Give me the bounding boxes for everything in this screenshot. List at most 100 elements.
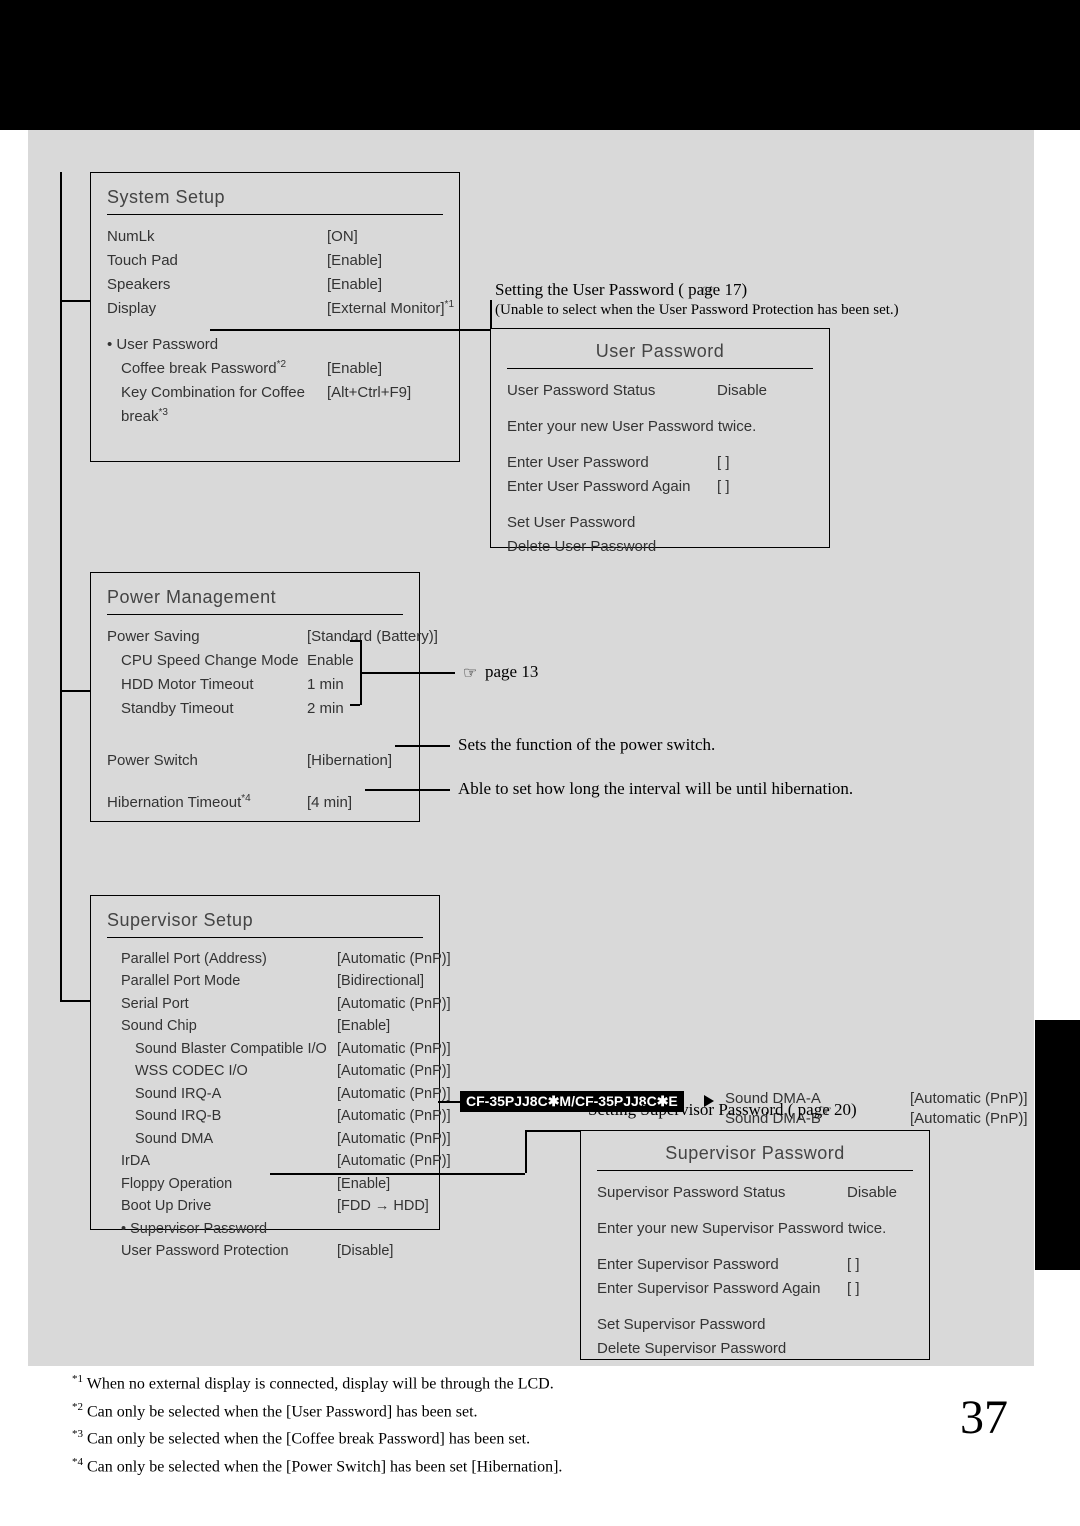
coffee-break-pw-text: Coffee break Password [121, 360, 277, 377]
hibernation-line [365, 789, 450, 791]
hibernation-timeout-label: Hibernation Timeout*4 [107, 791, 307, 815]
footnote-4: Can only be selected when the [Power Swi… [87, 1458, 562, 1475]
coffee-break-pw-label: Coffee break Password*2 [107, 357, 327, 381]
upw-enter-label: Enter User Password [507, 451, 717, 475]
sup-row-value: [Automatic (PnP)] [337, 1128, 451, 1150]
spw-enter-again-label: Enter Supervisor Password Again [597, 1277, 847, 1301]
sup-row-value: [FDD → HDD] [337, 1195, 429, 1217]
footnote-3: Can only be selected when the [Coffee br… [87, 1431, 530, 1448]
power-mgmt-box: Power Management Power Saving[Standard (… [90, 572, 420, 822]
setting-super-pw-note: Setting Supervisor Password ( page 20) [588, 1100, 857, 1120]
display-sup: *1 [445, 299, 454, 310]
system-setup-title: System Setup [107, 187, 443, 215]
power-switch-label: Power Switch [107, 749, 307, 773]
power-saving-value: [Standard (Battery)] [307, 625, 438, 649]
hand-icon-1: ☞ [702, 281, 716, 301]
sound-dma-a-val: [Automatic (PnP)] [910, 1090, 1028, 1107]
sup-row-value: [Bidirectional] [337, 970, 424, 992]
upw-enter-again-value: [ ] [717, 475, 730, 499]
bracket-out [360, 672, 455, 674]
coffee-break-pw-value: [Enable] [327, 357, 382, 381]
hibernation-timeout-text: Hibernation Timeout [107, 794, 241, 811]
footnotes: *1 When no external display is connected… [72, 1370, 562, 1481]
supervisor-password-title: Supervisor Password [597, 1143, 913, 1171]
hibernation-timeout-value: [4 min] [307, 791, 352, 815]
sup-row-value: [Automatic (PnP)] [337, 1060, 451, 1082]
sup-row-label: Parallel Port (Address) [107, 948, 337, 970]
hdd-timeout-label: HDD Motor Timeout [107, 673, 307, 697]
spw-set-label: Set Supervisor Password [597, 1313, 765, 1337]
page-number: 37 [960, 1390, 1008, 1445]
display-value: [External Monitor]*1 [327, 297, 454, 321]
power-saving-label: Power Saving [107, 625, 307, 649]
upw-set-label: Set User Password [507, 511, 635, 535]
sup-row-value: [Automatic (PnP)] [337, 1105, 451, 1127]
upw-enter-value: [ ] [717, 451, 730, 475]
sup-row-value: [Automatic (PnP)] [337, 948, 451, 970]
spw-enter-label: Enter Supervisor Password [597, 1253, 847, 1277]
sup-row-value: [Enable] [337, 1015, 390, 1037]
key-combo-text: Key Combination for Coffee break [121, 384, 305, 425]
key-combo-label: Key Combination for Coffee break*3 [107, 381, 327, 429]
supervisor-password-box: Supervisor Password Supervisor Password … [580, 1130, 930, 1360]
sup-row-value: [Automatic (PnP)] [337, 1083, 451, 1105]
sup-row-label: WSS CODEC I/O [107, 1060, 337, 1082]
power-switch-note: Sets the function of the power switch. [458, 735, 715, 755]
page13-note: page 13 [485, 662, 538, 682]
sup-row-label: Parallel Port Mode [107, 970, 337, 992]
sup-row-label: Boot Up Drive [107, 1195, 337, 1217]
standby-timeout-label: Standby Timeout [107, 697, 307, 721]
sup-row-label: Sound Chip [107, 1015, 337, 1037]
numlk-label: NumLk [107, 225, 327, 249]
header-black-bar [0, 0, 1080, 130]
sup-row-value: [Enable] [337, 1173, 390, 1195]
speakers-label: Speakers [107, 273, 327, 297]
numlk-value: [ON] [327, 225, 358, 249]
touchpad-value: [Enable] [327, 249, 382, 273]
powerswitch-line [395, 745, 450, 747]
suppw-line3 [525, 1130, 580, 1132]
upw-delete-label: Delete User Password [507, 535, 656, 559]
key-combo-value: [Alt+Ctrl+F9] [327, 381, 411, 429]
spw-delete-label: Delete Supervisor Password [597, 1337, 786, 1361]
sup-row-value: [Automatic (PnP)] [337, 1150, 451, 1172]
sup-row-label: IrDA [107, 1150, 337, 1172]
upw-enter-again-label: Enter User Password Again [507, 475, 717, 499]
user-password-box: User Password User Password StatusDisabl… [490, 328, 830, 548]
user-password-link: User Password [107, 333, 327, 357]
supervisor-setup-title: Supervisor Setup [107, 910, 423, 938]
spw-status-value: Disable [847, 1181, 897, 1205]
key-combo-sup: *3 [159, 407, 168, 418]
sup-row-value: [Automatic (PnP)] [337, 993, 451, 1015]
sup-row-label: Sound IRQ-B [107, 1105, 337, 1127]
side-black-tab [1035, 1020, 1080, 1270]
hand-icon-3: ☞ [818, 1101, 832, 1121]
spw-enter-value: [ ] [847, 1253, 860, 1277]
spw-instruct: Enter your new Supervisor Password twice… [597, 1217, 886, 1241]
hand-icon-2: ☞ [463, 663, 477, 683]
speakers-value: [Enable] [327, 273, 382, 297]
upw-status-value: Disable [717, 379, 767, 403]
cpu-speed-label: CPU Speed Change Mode [107, 649, 307, 673]
coffee-break-pw-sup: *2 [277, 359, 286, 370]
hibernation-timeout-sup: *4 [241, 793, 250, 804]
upw-instruct: Enter your new User Password twice. [507, 415, 756, 439]
display-label: Display [107, 297, 327, 321]
spw-status-label: Supervisor Password Status [597, 1181, 847, 1205]
tree-hline-3 [60, 1000, 90, 1002]
sup-row-label: Serial Port [107, 993, 337, 1015]
user-password-title: User Password [507, 341, 813, 369]
cpu-speed-value: Enable [307, 649, 354, 673]
upw-status-label: User Password Status [507, 379, 717, 403]
userpw-connector-v [490, 300, 492, 330]
sup-row-label: Sound IRQ-A [107, 1083, 337, 1105]
supervisor-setup-box: Supervisor Setup Parallel Port (Address)… [90, 895, 440, 1230]
supervisor-password-link: Supervisor Password [107, 1218, 337, 1240]
sup-row-label: Floppy Operation [107, 1173, 337, 1195]
setting-user-pw-sub: (Unable to select when the User Password… [495, 302, 899, 319]
footnote-1: When no external display is connected, d… [87, 1375, 554, 1392]
user-pw-prot-label: User Password Protection [107, 1240, 337, 1262]
hibernation-note: Able to set how long the interval will b… [458, 779, 853, 799]
spw-enter-again-value: [ ] [847, 1277, 860, 1301]
tree-vline [60, 172, 62, 1002]
